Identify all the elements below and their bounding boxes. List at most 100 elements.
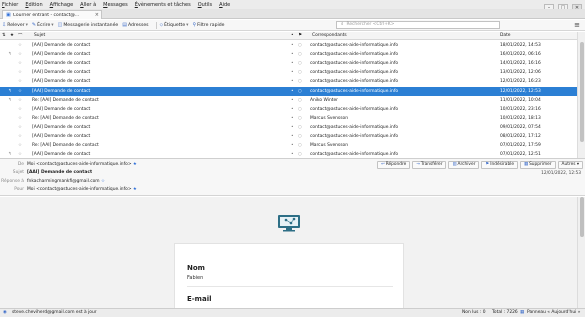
column-correspondent[interactable]: Correspondants — [312, 33, 347, 38]
table-row[interactable]: ☆ [AAI] Demande de contact • ○ contact@astuc… — [0, 105, 577, 114]
table-row[interactable]: ↰ ☆ [AAI] Demande de contact • ○ contact@astu… — [0, 50, 577, 59]
star-icon[interactable]: ☆ — [18, 41, 22, 50]
menu-evenements[interactable]: Évènements et tâches — [135, 2, 191, 8]
today-pane-toggle[interactable]: Panneau « Aujourd'hui » — [527, 309, 580, 317]
chevron-down-icon[interactable]: ▾ — [51, 23, 53, 28]
star-icon[interactable]: ☆ — [18, 150, 22, 158]
junk-status-icon[interactable]: ○ — [298, 41, 302, 50]
junk-status-icon[interactable]: ○ — [298, 141, 302, 150]
star-icon[interactable]: ☆ — [18, 87, 22, 96]
menu-fichier[interactable]: Fichier — [2, 2, 18, 8]
etiquette-button[interactable]: ⬦ Étiquette ▾ — [160, 22, 189, 28]
junk-status-icon[interactable]: ○ — [298, 114, 302, 123]
table-row[interactable]: ☆ Re: [AAI] Demande de contact • ○ Marcus Sv… — [0, 141, 577, 150]
thread-column-icon[interactable]: ⇅ — [2, 33, 6, 38]
menu-affichage[interactable]: Affichage — [50, 2, 74, 8]
read-status-icon[interactable]: • — [291, 50, 294, 59]
body-scrollbar[interactable] — [577, 197, 585, 308]
star-icon[interactable]: ☆ — [101, 179, 105, 184]
read-status-icon[interactable]: • — [291, 77, 294, 86]
filtre-rapide-button[interactable]: ⚲ Filtre rapide — [192, 22, 224, 28]
table-row[interactable]: ☆ [AAI] Demande de contact • ○ contact@astuc… — [0, 77, 577, 86]
scrollbar-thumb[interactable] — [580, 42, 584, 142]
correspondent-cell: contact@astuces-aide-informatique.info — [310, 52, 399, 58]
read-status-icon[interactable]: • — [291, 150, 294, 158]
search-input[interactable]: ⌕ Rechercher <Ctrl+K> — [336, 21, 500, 29]
junk-status-icon[interactable]: ○ — [298, 59, 302, 68]
archive-button[interactable]: ▥Archiver — [448, 161, 480, 169]
attachment-column-icon[interactable]: ⌒ — [18, 33, 22, 39]
column-date[interactable]: Date — [500, 33, 511, 38]
star-icon[interactable]: ☆ — [18, 59, 22, 68]
junk-column-icon[interactable]: ⚑ — [298, 33, 302, 38]
junk-status-icon[interactable]: ○ — [298, 68, 302, 77]
forward-button[interactable]: →Transférer — [412, 161, 447, 169]
star-icon[interactable]: ★ — [133, 162, 137, 167]
table-row[interactable]: ↰ ☆ [AAI] Demande de contact • ○ contact@astu… — [0, 150, 577, 158]
menu-edition[interactable]: Edition — [25, 2, 42, 8]
menu-outils[interactable]: Outils — [198, 2, 212, 8]
star-icon[interactable]: ★ — [133, 187, 137, 192]
to-value[interactable]: Moi <contact@astuces-aide-informatique.i… — [27, 186, 137, 194]
column-subject[interactable]: Sujet — [34, 33, 45, 38]
ecrire-button[interactable]: ✎ Écrire ▾ — [32, 22, 54, 28]
read-status-icon[interactable]: • — [291, 114, 294, 123]
thread-icon: ↰ — [8, 152, 12, 158]
menu-aide[interactable]: Aide — [219, 2, 230, 8]
star-icon[interactable]: ☆ — [18, 123, 22, 132]
read-status-icon[interactable]: • — [291, 105, 294, 114]
table-row[interactable]: ☆ [AAI] Demande de contact • ○ contact@astuc… — [0, 132, 577, 141]
table-row[interactable]: ☆ [AAI] Demande de contact • ○ contact@astuc… — [0, 123, 577, 132]
table-row[interactable]: ↰ ☆ [AAI] Demande de contact • ○ contact@astu… — [0, 86, 577, 96]
delete-button[interactable]: ▦Supprimer — [520, 161, 556, 169]
junk-status-icon[interactable]: ○ — [298, 96, 302, 105]
table-row[interactable]: ☆ [AAI] Demande de contact • ○ contact@astuc… — [0, 41, 577, 50]
menu-messages[interactable]: Messages — [103, 2, 128, 8]
star-icon[interactable]: ☆ — [18, 68, 22, 77]
table-row[interactable]: ☆ [AAI] Demande de contact • ○ contact@astuc… — [0, 59, 577, 68]
chevron-down-icon[interactable]: ▾ — [26, 23, 28, 28]
star-icon[interactable]: ☆ — [18, 77, 22, 86]
reply-to-value[interactable]: fnkacharmingmankfi@gmail.com ☆ — [27, 178, 105, 186]
junk-status-icon[interactable]: ○ — [298, 77, 302, 86]
more-button[interactable]: Autres ▾ — [557, 161, 583, 169]
read-status-icon[interactable]: • — [291, 141, 294, 150]
junk-status-icon[interactable]: ○ — [298, 132, 302, 141]
star-icon[interactable]: ☆ — [18, 141, 22, 150]
read-status-icon[interactable]: • — [291, 96, 294, 105]
star-icon[interactable]: ☆ — [18, 105, 22, 114]
star-icon[interactable]: ☆ — [18, 50, 22, 59]
from-value[interactable]: Moi <contact@astuces-aide-informatique.i… — [27, 161, 137, 169]
chevron-down-icon[interactable]: ▾ — [186, 23, 188, 28]
scrollbar-thumb[interactable] — [580, 197, 584, 237]
read-status-icon[interactable]: • — [291, 59, 294, 68]
junk-status-icon[interactable]: ○ — [298, 105, 302, 114]
junk-status-icon[interactable]: ○ — [298, 50, 302, 59]
list-scrollbar[interactable] — [577, 32, 585, 158]
relever-button[interactable]: ⇩ Relever ▾ — [2, 22, 28, 28]
read-status-icon[interactable]: • — [291, 87, 294, 96]
star-column-icon[interactable]: ★ — [10, 33, 14, 38]
app-menu-icon[interactable]: ≡ — [574, 21, 580, 29]
read-status-icon[interactable]: • — [291, 123, 294, 132]
star-icon[interactable]: ☆ — [18, 114, 22, 123]
read-status-icon[interactable]: • — [291, 132, 294, 141]
junk-button[interactable]: ⚑Indésirable — [481, 161, 519, 169]
messagerie-button[interactable]: ◫ Messagerie instantanée — [58, 22, 119, 28]
junk-status-icon[interactable]: ○ — [298, 150, 302, 158]
menu-aller-a[interactable]: Aller à — [80, 2, 96, 8]
read-status-icon[interactable]: • — [291, 68, 294, 77]
junk-status-icon[interactable]: ○ — [298, 123, 302, 132]
read-status-icon[interactable]: • — [291, 41, 294, 50]
adresses-button[interactable]: ▤ Adresses — [122, 22, 148, 28]
read-column-icon[interactable]: • — [291, 33, 294, 38]
table-row[interactable]: ☆ [AAI] Demande de contact • ○ contact@astuc… — [0, 68, 577, 77]
star-icon[interactable]: ☆ — [18, 96, 22, 105]
junk-status-icon[interactable]: ○ — [298, 87, 302, 96]
table-row[interactable]: ↰ ☆ Re: [AAI] Demande de contact • ○ Aniko Wi… — [0, 96, 577, 105]
tab-inbox[interactable]: ▣ Courrier entrant - contact@... × — [2, 10, 102, 19]
reply-button[interactable]: ↩Répondre — [377, 161, 411, 169]
close-icon[interactable]: × — [95, 12, 99, 18]
star-icon[interactable]: ☆ — [18, 132, 22, 141]
table-row[interactable]: ☆ Re: [AAI] Demande de contact • ○ Marcus Sv… — [0, 114, 577, 123]
